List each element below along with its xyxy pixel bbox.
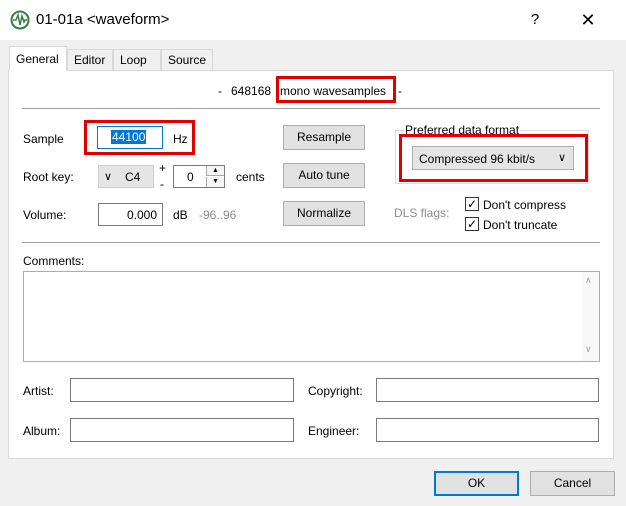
comments-textarea[interactable]: ∧ ∨ [23, 271, 600, 362]
dont-compress-label: Don't compress [483, 198, 566, 212]
dls-flags-label: DLS flags: [394, 206, 450, 220]
sample-label: Sample [23, 132, 64, 146]
cents-spinbox[interactable]: 0 ▲ ▼ [173, 165, 225, 188]
scroll-down-icon[interactable]: ∨ [585, 344, 592, 355]
root-key-value: C4 [125, 170, 141, 184]
copyright-input[interactable] [376, 378, 599, 402]
artist-label: Artist: [23, 384, 54, 398]
engineer-input[interactable] [376, 418, 599, 442]
resample-button[interactable]: Resample [283, 125, 365, 150]
artist-input[interactable] [70, 378, 294, 402]
album-input[interactable] [70, 418, 294, 442]
minus-sign: - [160, 177, 164, 191]
comments-scrollbar[interactable]: ∧ ∨ [582, 272, 599, 361]
separator [22, 108, 600, 109]
tab-general[interactable]: General [9, 46, 67, 71]
sample-type: mono wavesamples [280, 84, 387, 98]
window-title: 01-01a <waveform> [36, 11, 170, 28]
copyright-label: Copyright: [308, 384, 363, 398]
plus-sign: + [159, 161, 167, 175]
spin-down-icon[interactable]: ▼ [206, 177, 224, 187]
volume-unit: dB [173, 208, 188, 222]
preferred-format-value: Compressed 96 kbit/s [419, 152, 536, 166]
dont-compress-checkbox[interactable]: ✓ [465, 197, 479, 211]
tab-editor[interactable]: Editor [67, 49, 113, 70]
root-key-select[interactable]: ∨ C4 [98, 165, 154, 188]
volume-label: Volume: [23, 208, 67, 222]
sample-rate-unit: Hz [173, 132, 188, 146]
volume-value: 0.000 [126, 208, 157, 222]
sample-rate-input[interactable]: 44100 [97, 126, 163, 149]
separator [22, 242, 600, 243]
volume-input[interactable]: 0.000 [98, 203, 163, 226]
preferred-format-select[interactable]: Compressed 96 kbit/s ∨ [412, 146, 574, 170]
dont-truncate-checkbox[interactable]: ✓ [465, 217, 479, 231]
cents-label: cents [236, 170, 265, 184]
volume-range: -96..96 [199, 208, 237, 222]
dont-truncate-label: Don't truncate [483, 218, 558, 232]
info-dash-right: - [398, 84, 402, 98]
tab-source[interactable]: Source [161, 49, 213, 70]
cancel-button[interactable]: Cancel [530, 471, 615, 496]
sample-rate-value: 44100 [111, 130, 147, 144]
chevron-down-icon: ∨ [104, 171, 113, 183]
ok-button[interactable]: OK [434, 471, 519, 496]
close-icon[interactable]: ✕ [574, 6, 602, 34]
root-key-label: Root key: [23, 170, 74, 184]
chevron-down-icon: ∨ [558, 152, 567, 164]
tab-loop[interactable]: Loop [113, 49, 161, 70]
album-label: Album: [23, 424, 61, 438]
scroll-up-icon[interactable]: ∧ [585, 275, 592, 286]
sample-count: 648168 [231, 84, 272, 98]
spin-up-icon[interactable]: ▲ [206, 166, 224, 176]
app-waveform-icon [10, 10, 30, 30]
engineer-label: Engineer: [308, 424, 360, 438]
cents-value: 0 [187, 170, 194, 184]
help-icon[interactable]: ? [521, 8, 549, 32]
auto-tune-button[interactable]: Auto tune [283, 163, 365, 188]
normalize-button[interactable]: Normalize [283, 201, 365, 226]
comments-label: Comments: [23, 254, 85, 268]
info-dash-left: - [218, 84, 222, 98]
